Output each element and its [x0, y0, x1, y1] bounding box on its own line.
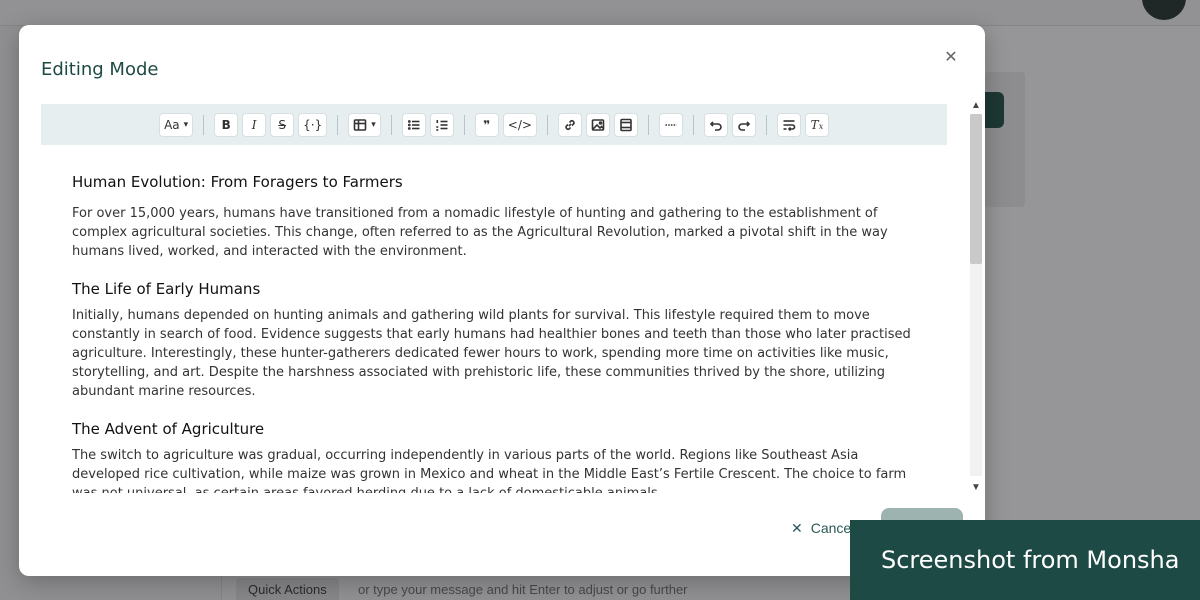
document-section: Human Evolution: From Foragers to Farmer… [72, 173, 916, 261]
scroll-up-icon[interactable]: ▲ [969, 100, 983, 112]
scrollbar-thumb[interactable] [970, 114, 982, 264]
image-icon[interactable] [585, 112, 610, 137]
section-body: For over 15,000 years, humans have trans… [72, 206, 888, 259]
horizontal-rule-icon[interactable] [658, 112, 683, 137]
toolbar-separator [546, 114, 548, 135]
bullet-list-icon[interactable] [401, 112, 426, 137]
link-icon[interactable] [557, 112, 582, 137]
section-heading: The Advent of Agriculture [72, 420, 265, 438]
section-body: Initially, humans depended on hunting an… [72, 308, 911, 399]
section-heading: The Life of Early Humans [72, 280, 261, 298]
italic-icon[interactable]: I [242, 112, 267, 137]
section-heading: Human Evolution: From Foragers to Farmer… [72, 173, 403, 191]
code-icon[interactable]: {·} [298, 112, 328, 137]
toolbar-separator [337, 114, 339, 135]
document-section: The Advent of Agriculture The switch to … [72, 420, 916, 493]
editor-toolbar: Aa ▾ B I S {·} ▾ ❞ </> Tx [41, 104, 947, 145]
close-icon[interactable]: ✕ [943, 50, 959, 66]
toolbar-separator [390, 114, 392, 135]
code-block-icon[interactable]: </> [502, 112, 537, 137]
strikethrough-icon[interactable]: S [270, 112, 295, 137]
undo-icon[interactable] [703, 112, 728, 137]
blockquote-icon[interactable]: ❞ [474, 112, 499, 137]
toolbar-separator [765, 114, 767, 135]
watermark: Screenshot from Monsha [850, 520, 1200, 600]
editing-modal: Editing Mode ✕ Aa ▾ B I S {·} ▾ ❞ </> Tx… [19, 25, 985, 576]
toolbar-separator [692, 114, 694, 135]
rich-text-editor[interactable]: Human Evolution: From Foragers to Farmer… [41, 145, 947, 493]
cancel-label: Cancel [810, 520, 855, 536]
redo-icon[interactable] [731, 112, 756, 137]
modal-title: Editing Mode [41, 59, 159, 80]
wrap-icon[interactable] [776, 112, 801, 137]
editor-scrollbar[interactable]: ▲ ▼ [969, 100, 983, 493]
toolbar-separator [463, 114, 465, 135]
clear-format-icon[interactable]: Tx [804, 112, 829, 137]
toolbar-separator [647, 114, 649, 135]
chevron-down-icon: ▾ [183, 119, 189, 130]
chevron-down-icon: ▾ [371, 119, 376, 130]
font-size-label: Aa [164, 117, 180, 132]
font-size-dropdown[interactable]: Aa ▾ [159, 112, 194, 137]
table-icon[interactable]: ▾ [348, 112, 381, 137]
toolbar-separator [203, 114, 205, 135]
video-icon[interactable] [613, 112, 638, 137]
ordered-list-icon[interactable] [429, 112, 454, 137]
section-body: The switch to agriculture was gradual, o… [72, 448, 907, 493]
bold-icon[interactable]: B [214, 112, 239, 137]
cancel-button[interactable]: ✕ Cancel [791, 518, 854, 538]
scroll-down-icon[interactable]: ▼ [969, 482, 983, 494]
document-section: The Life of Early Humans Initially, huma… [72, 280, 916, 401]
close-icon: ✕ [791, 519, 803, 536]
